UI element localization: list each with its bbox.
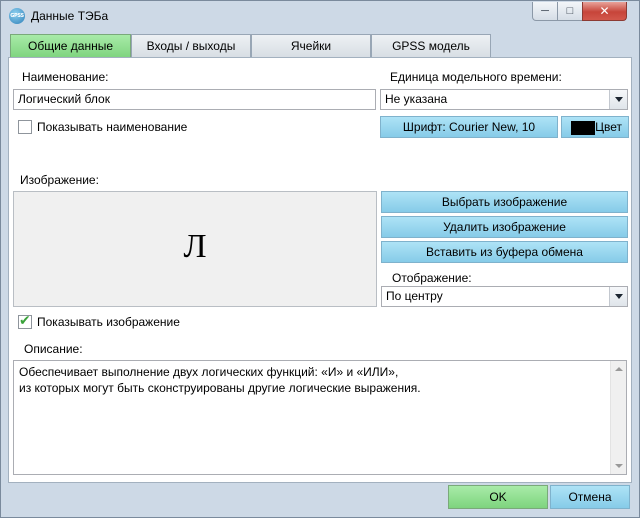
window-title: Данные ТЭБа <box>31 9 109 23</box>
image-preview-glyph: Л <box>183 228 207 265</box>
maximize-icon: □ <box>566 5 574 17</box>
time-unit-select[interactable]: Не указана <box>380 89 628 110</box>
scroll-down-icon[interactable] <box>615 464 623 468</box>
chevron-down-icon <box>609 90 627 109</box>
app-logo-icon: GPSS <box>9 8 25 24</box>
color-button-label: Цвет <box>595 120 622 134</box>
paste-image-button[interactable]: Вставить из буфера обмена <box>381 241 628 263</box>
display-mode-label: Отображение: <box>392 271 472 285</box>
tab-gpss-model[interactable]: GPSS модель <box>371 34 491 58</box>
name-input[interactable]: Логический блок <box>13 89 376 110</box>
dialog-window: GPSS Данные ТЭБа ─ □ ✕ Общие данные Вход… <box>0 0 640 518</box>
select-image-button[interactable]: Выбрать изображение <box>381 191 628 213</box>
description-line-1: Обеспечивает выполнение двух логических … <box>19 365 399 379</box>
show-image-checkbox[interactable] <box>18 313 32 329</box>
ok-button[interactable]: OK <box>448 485 548 509</box>
title-bar[interactable]: GPSS Данные ТЭБа ─ □ ✕ <box>1 1 639 31</box>
show-image-label: Показывать изображение <box>37 315 180 329</box>
close-button[interactable]: ✕ <box>582 2 627 21</box>
font-button[interactable]: Шрифт: Courier New, 10 <box>380 116 558 138</box>
description-line-2: из которых могут быть сконструированы др… <box>19 381 421 395</box>
maximize-button[interactable]: □ <box>557 2 583 21</box>
color-swatch <box>571 121 595 135</box>
scroll-up-icon[interactable] <box>615 367 623 371</box>
image-preview: Л <box>13 191 377 307</box>
description-label: Описание: <box>24 342 83 356</box>
tab-general[interactable]: Общие данные <box>10 34 131 58</box>
chevron-down-icon <box>609 287 627 306</box>
tab-content-panel: Наименование: Логический блок Показывать… <box>8 57 632 483</box>
name-label: Наименование: <box>22 70 109 84</box>
description-scrollbar[interactable] <box>610 361 626 474</box>
minimize-button[interactable]: ─ <box>532 2 558 21</box>
show-name-label: Показывать наименование <box>37 120 188 134</box>
minimize-icon: ─ <box>541 5 549 17</box>
delete-image-button[interactable]: Удалить изображение <box>381 216 628 238</box>
tab-inputs-outputs[interactable]: Входы / выходы <box>131 34 251 58</box>
show-name-checkbox[interactable] <box>18 120 32 134</box>
display-mode-select[interactable]: По центру <box>381 286 628 307</box>
time-unit-value: Не указана <box>385 92 448 106</box>
description-textarea[interactable]: Обеспечивает выполнение двух логических … <box>13 360 627 475</box>
display-mode-value: По центру <box>386 289 443 303</box>
time-unit-label: Единица модельного времени: <box>390 70 562 84</box>
tab-cells[interactable]: Ячейки <box>251 34 371 58</box>
close-icon: ✕ <box>599 4 610 18</box>
cancel-button[interactable]: Отмена <box>550 485 630 509</box>
image-label: Изображение: <box>20 173 99 187</box>
color-button[interactable]: Цвет <box>561 116 629 138</box>
